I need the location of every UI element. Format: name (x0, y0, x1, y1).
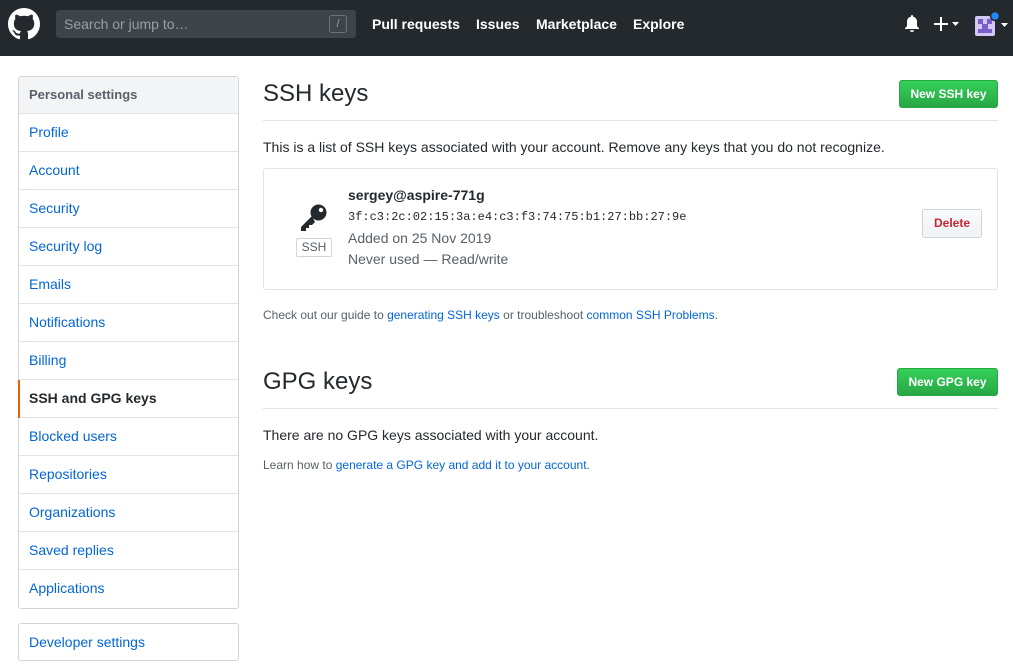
ssh-key-usage: Never used — Read/write (348, 251, 509, 267)
sidebar-item-security-log[interactable]: Security log (19, 228, 238, 266)
sidebar-item-security[interactable]: Security (19, 190, 238, 228)
sidebar-item-profile[interactable]: Profile (19, 114, 238, 152)
gpg-empty-message: There are no GPG keys associated with yo… (263, 427, 599, 443)
ssh-guide-suffix: . (714, 308, 718, 322)
github-octocat-icon[interactable] (8, 8, 40, 40)
ssh-guide-middle: or troubleshoot (499, 308, 587, 322)
sidebar-item-billing[interactable]: Billing (19, 342, 238, 380)
ssh-key-added-date: Added on 25 Nov 2019 (348, 230, 492, 246)
gpg-keys-title: GPG keys (263, 368, 373, 395)
ssh-guide-note: Check out our guide to generating SSH ke… (263, 308, 718, 322)
common-ssh-problems-link[interactable]: common SSH Problems (587, 308, 715, 322)
delete-ssh-key-button[interactable]: Delete (922, 209, 982, 238)
nav-issues[interactable]: Issues (476, 16, 520, 32)
sidebar-heading: Personal settings (19, 77, 238, 114)
sidebar-item-developer-settings[interactable]: Developer settings (19, 624, 238, 660)
sidebar-item-organizations[interactable]: Organizations (19, 494, 238, 532)
sidebar-item-blocked-users[interactable]: Blocked users (19, 418, 238, 456)
sidebar-item-emails[interactable]: Emails (19, 266, 238, 304)
search-box[interactable] (56, 10, 356, 38)
plus-dropdown-icon[interactable] (933, 14, 961, 34)
ssh-type-tag: SSH (296, 238, 332, 257)
nav-explore[interactable]: Explore (633, 16, 684, 32)
gpg-learn-note: Learn how to generate a GPG key and add … (263, 458, 590, 472)
sidebar-item-notifications[interactable]: Notifications (19, 304, 238, 342)
sidebar-item-ssh-gpg-keys[interactable]: SSH and GPG keys (18, 380, 238, 418)
sidebar-item-saved-replies[interactable]: Saved replies (19, 532, 238, 570)
gpg-learn-suffix: . (586, 458, 590, 472)
search-shortcut-key: / (329, 15, 347, 33)
ssh-keys-title: SSH keys (263, 80, 369, 107)
search-input[interactable] (56, 10, 326, 38)
sidebar-item-applications[interactable]: Applications (19, 570, 238, 608)
ssh-key-fingerprint: 3f:c3:2c:02:15:3a:e4:c3:f3:74:75:b1:27:b… (348, 210, 687, 224)
gpg-title-divider (263, 408, 998, 409)
generate-gpg-key-link[interactable]: generate a GPG key and add it to your ac… (336, 458, 587, 472)
ssh-description: This is a list of SSH keys associated wi… (263, 139, 885, 155)
generating-ssh-keys-link[interactable]: generating SSH keys (387, 308, 500, 322)
user-avatar-icon[interactable] (974, 12, 1010, 38)
settings-sidebar: Personal settings Profile Account Securi… (18, 76, 239, 609)
nav-marketplace[interactable]: Marketplace (536, 16, 617, 32)
sidebar-item-repositories[interactable]: Repositories (19, 456, 238, 494)
new-gpg-key-button[interactable]: New GPG key (897, 368, 998, 396)
sidebar-item-account[interactable]: Account (19, 152, 238, 190)
ssh-guide-prefix: Check out our guide to (263, 308, 388, 322)
ssh-title-divider (263, 120, 998, 121)
new-ssh-key-button[interactable]: New SSH key (899, 80, 998, 108)
bell-icon[interactable] (903, 14, 921, 34)
developer-settings-box: Developer settings (18, 623, 239, 661)
ssh-key-title: sergey@aspire-771g (348, 187, 485, 203)
ssh-key-entry: SSH sergey@aspire-771g 3f:c3:2c:02:15:3a… (263, 168, 998, 290)
gpg-learn-prefix: Learn how to (263, 458, 336, 472)
nav-pull-requests[interactable]: Pull requests (372, 16, 460, 32)
top-header: / Pull requests Issues Marketplace Explo… (0, 0, 1013, 56)
key-icon (301, 204, 327, 231)
